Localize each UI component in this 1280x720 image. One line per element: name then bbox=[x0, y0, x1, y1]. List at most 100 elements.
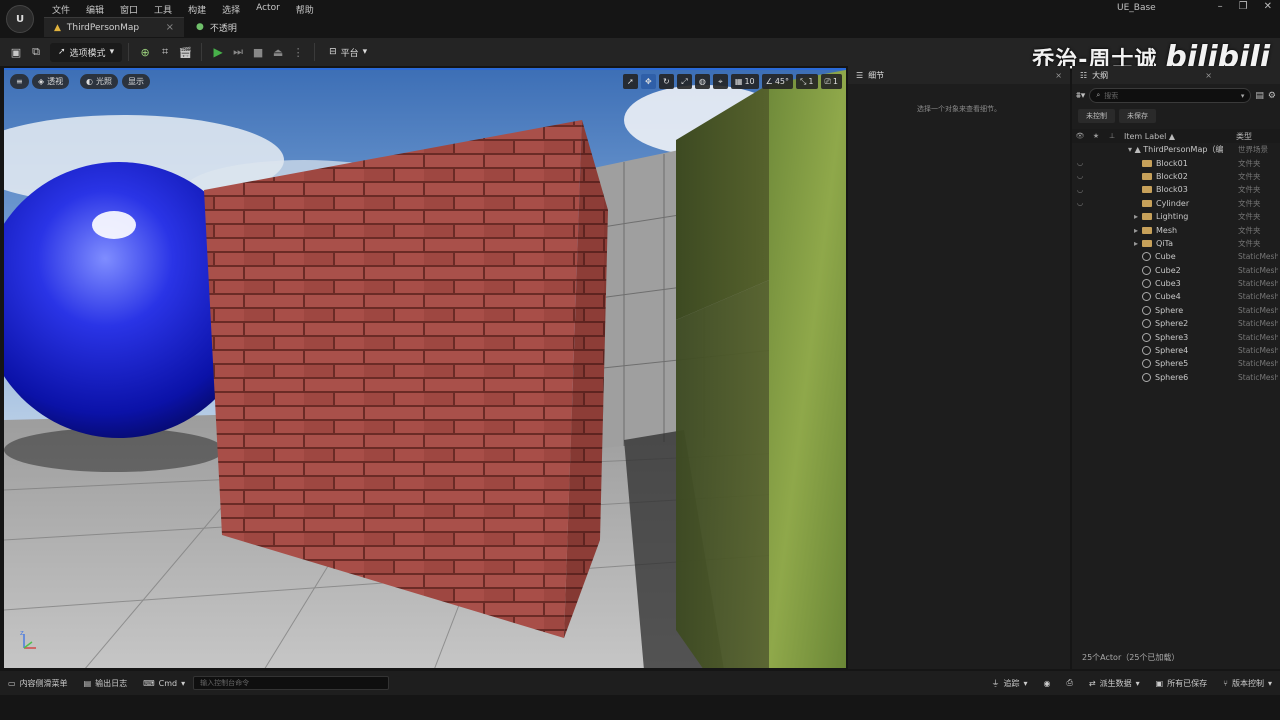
visibility-toggle-icon[interactable]: ◡ bbox=[1072, 186, 1088, 194]
menu-item[interactable]: 编辑 bbox=[78, 1, 112, 18]
column-item-label[interactable]: Item Label ▲ bbox=[1124, 132, 1175, 141]
minimize-icon[interactable]: – bbox=[1218, 1, 1223, 12]
menu-item[interactable]: Actor bbox=[248, 1, 288, 18]
chip-unsaved[interactable]: 未保存 bbox=[1119, 109, 1156, 123]
outliner-row[interactable]: Sphere2 StaticMesh bbox=[1072, 317, 1280, 330]
filter-icon[interactable]: ⩩▾ bbox=[1076, 91, 1085, 101]
outliner-row[interactable]: ◡ Block03 文件夹 bbox=[1072, 183, 1280, 196]
close-window-icon[interactable]: ✕ bbox=[1264, 1, 1272, 12]
outliner-row[interactable]: Sphere6 StaticMesh bbox=[1072, 371, 1280, 384]
outliner-row[interactable]: ◡ Block02 文件夹 bbox=[1072, 170, 1280, 183]
visibility-toggle-icon[interactable]: ◡ bbox=[1072, 159, 1088, 167]
cinematics-icon[interactable]: 🎬︎ bbox=[175, 42, 195, 62]
column-type[interactable]: 类型 bbox=[1236, 131, 1252, 142]
console-command-input[interactable]: 输入控制台命令 bbox=[193, 676, 390, 690]
expand-arrow-icon[interactable]: ▸ bbox=[1134, 239, 1142, 248]
scale-tool-icon[interactable]: ⤢ bbox=[676, 74, 692, 89]
perspective-button[interactable]: ◈ 透视 bbox=[32, 74, 70, 89]
window-controls: – ❐ ✕ bbox=[1218, 1, 1272, 12]
log-icon: ▤ bbox=[83, 678, 92, 688]
menu-item[interactable]: 帮助 bbox=[288, 1, 322, 18]
unreal-logo-icon[interactable]: U bbox=[6, 5, 34, 33]
camera-speed-button[interactable]: ⎚ 1 bbox=[820, 74, 842, 89]
view-mode-button[interactable]: ◐ 光照 bbox=[80, 74, 118, 89]
close-icon[interactable]: × bbox=[166, 22, 174, 33]
rotation-snap-button[interactable]: ∠ 45° bbox=[761, 74, 793, 89]
expand-arrow-icon[interactable]: ▸ bbox=[1134, 212, 1142, 221]
tab-outliner[interactable]: ☷ 大纲 × bbox=[1072, 66, 1280, 84]
visibility-toggle-icon[interactable]: ◡ bbox=[1072, 199, 1088, 207]
visibility-toggle-icon[interactable]: ◡ bbox=[1072, 172, 1088, 180]
save-all-button[interactable]: ▣ 所有已保存 bbox=[1148, 678, 1216, 689]
details-tab-label: 细节 bbox=[868, 70, 885, 80]
content-browser-icon[interactable]: ⧉ bbox=[26, 42, 46, 62]
outliner-row[interactable]: Cube4 StaticMesh bbox=[1072, 290, 1280, 303]
tab-level-map[interactable]: ▲ ThirdPersonMap × bbox=[44, 17, 184, 37]
grid-snap-button[interactable]: ▦ 10 bbox=[730, 74, 759, 89]
expand-arrow-icon[interactable]: ▸ bbox=[1134, 226, 1142, 235]
row-label: Sphere6 bbox=[1155, 372, 1189, 382]
world-space-icon[interactable]: ◍ bbox=[694, 74, 710, 89]
outliner-row[interactable]: Sphere StaticMesh bbox=[1072, 304, 1280, 317]
level-viewport[interactable]: ≡ ◈ 透视 ◐ 光照 显示 ➚ ✥ ↻ ⤢ ◍ ⌖ ▦ 10 ∠ 45° ⤡ … bbox=[4, 68, 846, 668]
stop-icon[interactable]: ■ bbox=[248, 42, 268, 62]
outliner-row[interactable]: ▸ Mesh 文件夹 bbox=[1072, 223, 1280, 236]
chip-uncontrolled[interactable]: 未控制 bbox=[1078, 109, 1115, 123]
screenshot-icon[interactable]: ⎙ bbox=[1058, 678, 1080, 688]
tab-details[interactable]: ☰ 细节 × bbox=[848, 66, 1070, 84]
platform-button[interactable]: ⊟ 平台 ▾ bbox=[321, 43, 375, 62]
play-icon[interactable]: ▶ bbox=[208, 42, 228, 62]
content-drawer-button[interactable]: ▭ 内容侧滑菜单 bbox=[0, 678, 76, 689]
more-options-icon[interactable]: ⋮ bbox=[288, 42, 308, 62]
pin-column-icon[interactable]: ⊥ bbox=[1104, 132, 1120, 140]
translate-tool-icon[interactable]: ✥ bbox=[640, 74, 656, 89]
outliner-row[interactable]: Cube2 StaticMesh bbox=[1072, 264, 1280, 277]
viewport-menu-button[interactable]: ≡ bbox=[10, 74, 29, 89]
details-empty-hint: 选择一个对象来查看细节。 bbox=[917, 105, 1001, 113]
eject-icon[interactable]: ⏏ bbox=[268, 42, 288, 62]
menu-item[interactable]: 文件 bbox=[44, 1, 78, 18]
outliner-root-row[interactable]: ▾ ▲ ThirdPersonMap（编 世界场景 bbox=[1072, 143, 1280, 156]
record-icon[interactable]: ◉ bbox=[1036, 679, 1059, 688]
add-actor-icon[interactable]: ⊕ bbox=[135, 42, 155, 62]
derived-data-button[interactable]: ⇄ 派生数据 ▾ bbox=[1081, 678, 1148, 689]
row-label: Cube4 bbox=[1155, 292, 1181, 302]
mode-selector-button[interactable]: ➚ 选项模式 ▾ bbox=[50, 42, 123, 62]
outliner-row[interactable]: ▸ Lighting 文件夹 bbox=[1072, 210, 1280, 223]
cmd-selector[interactable]: ⌨︎ Cmd ▾ bbox=[135, 679, 193, 688]
scale-snap-button[interactable]: ⤡ 1 bbox=[796, 74, 818, 89]
outliner-row[interactable]: Sphere4 StaticMesh bbox=[1072, 344, 1280, 357]
source-control-button[interactable]: ⑂ 版本控制 ▾ bbox=[1215, 678, 1280, 689]
close-icon[interactable]: × bbox=[1205, 71, 1212, 80]
rotate-tool-icon[interactable]: ↻ bbox=[658, 74, 674, 89]
visibility-column-icon[interactable]: 👁︎ bbox=[1072, 132, 1088, 140]
save-icon[interactable]: ▣ bbox=[6, 42, 26, 62]
step-icon[interactable]: ⏭︎ bbox=[228, 42, 248, 62]
outliner-row[interactable]: ◡ Block01 文件夹 bbox=[1072, 156, 1280, 169]
settings-icon[interactable]: ⚙ bbox=[1268, 91, 1276, 101]
outliner-row[interactable]: Cube StaticMesh bbox=[1072, 250, 1280, 263]
blueprint-icon[interactable]: ⌗ bbox=[155, 42, 175, 62]
show-button[interactable]: 显示 bbox=[122, 74, 150, 89]
outliner-row[interactable]: Sphere5 StaticMesh bbox=[1072, 357, 1280, 370]
surface-snap-icon[interactable]: ⌖ bbox=[712, 74, 728, 89]
menu-item[interactable]: 选择 bbox=[214, 1, 248, 18]
outliner-search-input[interactable]: ⌕ 搜索 ▾ bbox=[1089, 88, 1252, 103]
select-tool-icon[interactable]: ➚ bbox=[622, 74, 638, 89]
outliner-row[interactable]: Sphere3 StaticMesh bbox=[1072, 330, 1280, 343]
favorite-column-icon[interactable]: ★ bbox=[1088, 132, 1104, 140]
add-folder-icon[interactable]: ▤ bbox=[1255, 91, 1264, 101]
menu-item[interactable]: 构建 bbox=[180, 1, 214, 18]
close-icon[interactable]: × bbox=[1055, 71, 1062, 80]
menu-item[interactable]: 工具 bbox=[146, 1, 180, 18]
outliner-row[interactable]: ◡ Cylinder 文件夹 bbox=[1072, 197, 1280, 210]
output-log-button[interactable]: ▤ 输出日志 bbox=[76, 678, 136, 689]
outliner-row[interactable]: Cube3 StaticMesh bbox=[1072, 277, 1280, 290]
grid-snap-value: 10 bbox=[744, 77, 755, 86]
maximize-icon[interactable]: ❐ bbox=[1239, 1, 1248, 12]
viewport-scene[interactable] bbox=[4, 70, 846, 668]
outliner-row[interactable]: ▸ QiTa 文件夹 bbox=[1072, 237, 1280, 250]
menu-item[interactable]: 窗口 bbox=[112, 1, 146, 18]
trace-button[interactable]: ⏚ 追踪 ▾ bbox=[983, 678, 1035, 689]
tab-material[interactable]: ● 不透明 bbox=[186, 17, 276, 37]
